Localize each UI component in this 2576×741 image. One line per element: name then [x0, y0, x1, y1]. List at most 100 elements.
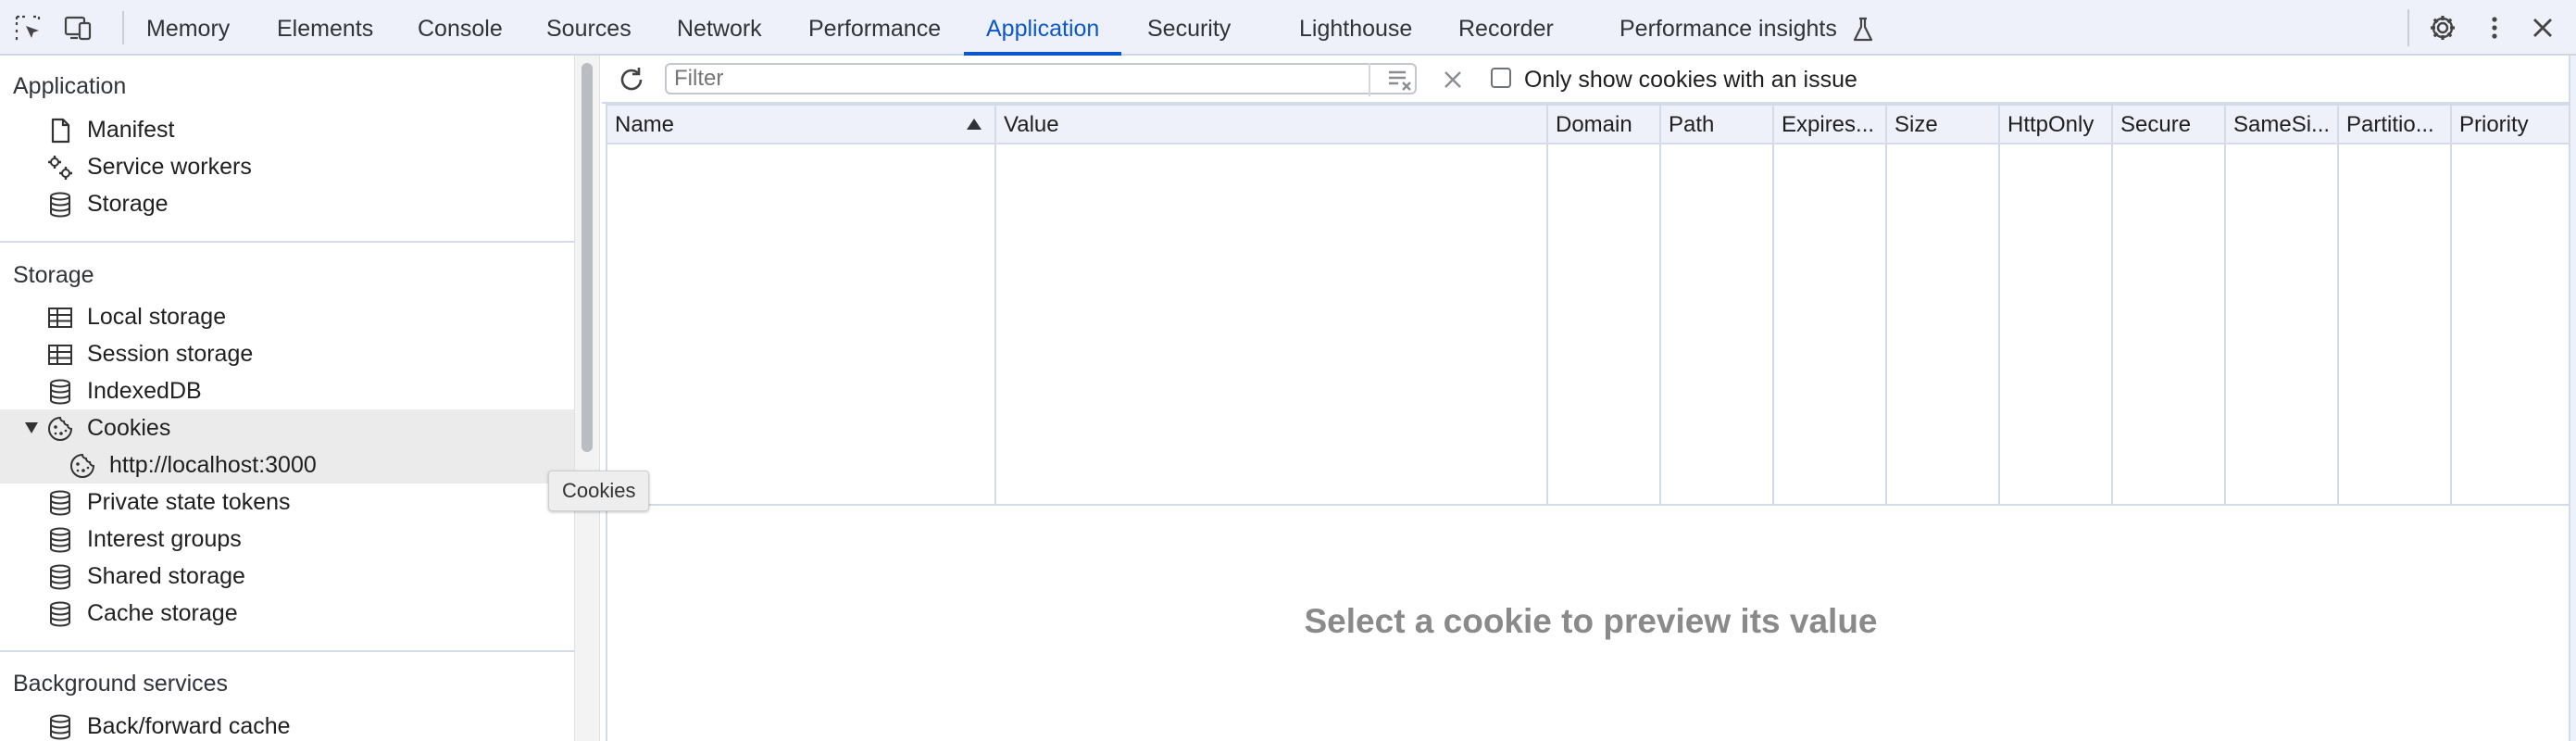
section-header-application: Application — [13, 73, 127, 99]
column-header-expires[interactable]: Expires... — [1774, 106, 1885, 143]
cookies-table: Name Value Domain Path Expires... Size H… — [606, 104, 2572, 506]
column-divider[interactable] — [994, 106, 996, 504]
cookie-icon — [48, 416, 73, 441]
cookie-preview-pane: Select a cookie to preview its value — [606, 506, 2572, 741]
gears-icon — [48, 156, 72, 180]
tab-elements[interactable]: Elements — [277, 0, 373, 54]
sidebar-item-shared-storage[interactable]: Shared storage — [0, 558, 574, 595]
sidebar-item-private-state-tokens[interactable]: Private state tokens — [0, 484, 574, 521]
sidebar-item-label: Private state tokens — [87, 489, 291, 515]
toolbar-divider — [122, 11, 124, 44]
sidebar-item-indexeddb[interactable]: IndexedDB — [0, 372, 574, 409]
gear-icon[interactable] — [2428, 13, 2457, 43]
column-divider[interactable] — [1659, 106, 1661, 504]
table-icon — [48, 308, 72, 328]
toolbar-divider — [1369, 63, 1370, 96]
column-divider[interactable] — [2111, 106, 2113, 504]
database-icon — [50, 714, 70, 740]
column-divider[interactable] — [1772, 106, 1774, 504]
sidebar-item-label: Cache storage — [87, 600, 238, 626]
database-icon — [50, 601, 70, 627]
refresh-icon[interactable] — [617, 65, 646, 94]
sidebar-item-label: Shared storage — [87, 563, 245, 589]
column-divider[interactable] — [2224, 106, 2226, 504]
cookies-toolbar: Only show cookies with an issue — [602, 56, 2576, 104]
more-options-icon[interactable] — [2480, 13, 2509, 43]
tab-performance[interactable]: Performance — [808, 0, 941, 54]
sidebar-item-label: Cookies — [87, 415, 171, 441]
section-header-background-services: Background services — [13, 671, 229, 697]
tab-console[interactable]: Console — [418, 0, 503, 54]
sidebar-item-label: Interest groups — [87, 526, 242, 552]
delete-selected-icon[interactable] — [1439, 67, 1467, 93]
column-header-value[interactable]: Value — [996, 106, 1546, 143]
database-icon — [50, 564, 70, 590]
tab-sources[interactable]: Sources — [546, 0, 631, 54]
column-header-samesite[interactable]: SameSi... — [2226, 106, 2337, 143]
sidebar-item-label: Back/forward cache — [87, 713, 291, 739]
filter-input[interactable] — [665, 63, 1417, 94]
tab-lighthouse[interactable]: Lighthouse — [1299, 0, 1412, 54]
sidebar-scrollbar-thumb[interactable] — [581, 63, 593, 452]
tooltip: Cookies — [548, 471, 650, 511]
close-icon[interactable] — [2528, 13, 2557, 43]
devtools-tab-bar: Memory Elements Console Sources Network … — [0, 0, 2576, 56]
column-divider[interactable] — [1885, 106, 1887, 504]
tab-network[interactable]: Network — [677, 0, 762, 54]
inspect-element-icon[interactable] — [13, 13, 43, 43]
sidebar-item-label: Session storage — [87, 341, 254, 367]
tab-performance-insights[interactable]: Performance insights — [1619, 0, 1837, 54]
preview-empty-message: Select a cookie to preview its value — [1304, 602, 1878, 640]
table-header: Name Value Domain Path Expires... Size H… — [607, 106, 2570, 144]
sidebar-item-label: Storage — [87, 191, 169, 217]
only-issues-label[interactable]: Only show cookies with an issue — [1524, 56, 1857, 104]
tab-application[interactable]: Application — [963, 0, 1122, 56]
column-divider[interactable] — [1998, 106, 2000, 504]
sidebar-item-interest-groups[interactable]: Interest groups — [0, 521, 574, 558]
column-header-httponly[interactable]: HttpOnly — [2000, 106, 2111, 143]
section-divider — [0, 650, 574, 652]
tab-recorder[interactable]: Recorder — [1458, 0, 1554, 54]
column-header-partition-key[interactable]: Partitio... — [2339, 106, 2450, 143]
table-icon — [48, 345, 72, 365]
application-sidebar: Application Manifest Service workers Sto… — [0, 56, 574, 741]
cookie-icon — [70, 453, 95, 478]
section-header-storage: Storage — [13, 262, 94, 288]
column-header-size[interactable]: Size — [1887, 106, 1998, 143]
device-toolbar-icon[interactable] — [63, 13, 93, 43]
database-icon — [50, 527, 70, 553]
sort-ascending-icon — [967, 119, 982, 130]
only-issues-checkbox[interactable] — [1491, 68, 1511, 88]
sidebar-item-service-workers[interactable]: Service workers — [0, 148, 574, 185]
sidebar-item-cookies[interactable]: Cookies — [0, 409, 574, 446]
column-divider[interactable] — [2337, 106, 2339, 504]
column-divider[interactable] — [1546, 106, 1548, 504]
sidebar-item-storage[interactable]: Storage — [0, 185, 574, 222]
database-icon — [50, 490, 70, 516]
sidebar-item-cookies-localhost[interactable]: http://localhost:3000 — [0, 446, 574, 484]
cookies-panel: Only show cookies with an issue Name Val… — [602, 56, 2576, 741]
sidebar-item-back-forward-cache[interactable]: Back/forward cache — [0, 708, 574, 741]
column-header-path[interactable]: Path — [1661, 106, 1772, 143]
sidebar-item-cache-storage[interactable]: Cache storage — [0, 595, 574, 632]
tab-memory[interactable]: Memory — [146, 0, 230, 54]
column-header-secure[interactable]: Secure — [2113, 106, 2224, 143]
column-header-name[interactable]: Name — [607, 106, 994, 143]
sidebar-item-local-storage[interactable]: Local storage — [0, 298, 574, 335]
column-divider[interactable] — [2450, 106, 2452, 504]
sidebar-item-manifest[interactable]: Manifest — [0, 111, 574, 148]
sidebar-item-label: Service workers — [87, 154, 252, 180]
column-header-domain[interactable]: Domain — [1548, 106, 1659, 143]
sidebar-item-label: Manifest — [87, 117, 175, 143]
experimental-flask-icon — [1853, 17, 1873, 42]
sidebar-item-session-storage[interactable]: Session storage — [0, 335, 574, 372]
sidebar-item-label: http://localhost:3000 — [109, 452, 317, 478]
clear-all-cookies-icon[interactable] — [1387, 67, 1415, 93]
column-header-priority[interactable]: Priority — [2452, 106, 2570, 143]
sidebar-item-label: Local storage — [87, 304, 227, 330]
section-divider — [0, 241, 574, 243]
tab-security[interactable]: Security — [1147, 0, 1231, 54]
database-icon — [50, 192, 70, 218]
expand-triangle-icon[interactable] — [24, 421, 39, 434]
sidebar-item-label: IndexedDB — [87, 378, 202, 404]
